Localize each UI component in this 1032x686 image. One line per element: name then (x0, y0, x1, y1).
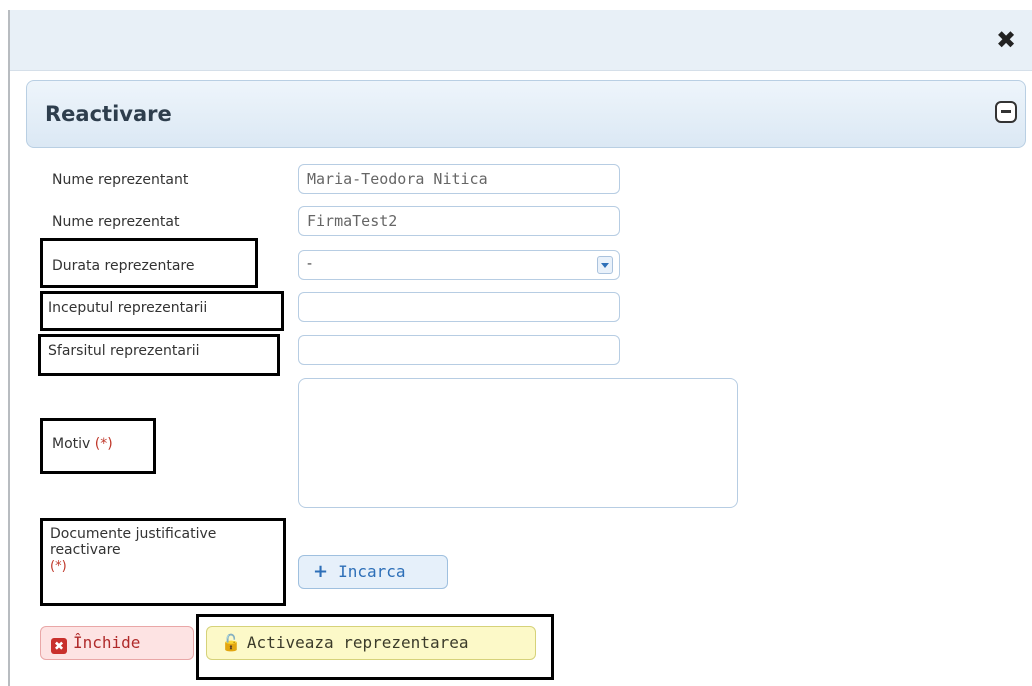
upload-button[interactable]: + Incarca (298, 555, 448, 589)
dialog-header: ✖ (10, 10, 1032, 71)
chevron-down-icon[interactable] (597, 256, 613, 274)
collapse-minus-icon[interactable] (995, 101, 1017, 123)
highlight-box-sfarsit (38, 334, 280, 376)
nume-reprezentant-input[interactable]: Maria-Teodora Nitica (298, 164, 620, 194)
highlight-box-documente (40, 518, 286, 606)
x-square-icon: ✖ (51, 638, 67, 654)
label-nume-reprezentat: Nume reprezentat (52, 214, 180, 230)
durata-selected-value: - (307, 256, 313, 272)
plus-icon: + (313, 561, 329, 582)
highlight-box-inceput (40, 291, 284, 331)
label-nume-reprezentant: Nume reprezentant (52, 172, 189, 188)
highlight-box-motiv (40, 418, 156, 474)
panel-title: Reactivare (45, 102, 172, 126)
highlight-box-activate (196, 614, 554, 680)
close-button[interactable]: ✖ Închide (40, 626, 194, 660)
highlight-box-durata (40, 238, 258, 288)
close-button-label: Închide (73, 633, 141, 652)
inceputul-reprezentarii-input[interactable] (298, 292, 620, 322)
durata-reprezentare-select[interactable]: - (298, 250, 620, 280)
close-icon[interactable]: ✖ (994, 28, 1018, 52)
nume-reprezentat-input[interactable]: FirmaTest2 (298, 206, 620, 236)
sfarsitul-reprezentarii-input[interactable] (298, 335, 620, 365)
upload-button-label: Incarca (338, 562, 406, 581)
motiv-textarea[interactable] (298, 378, 738, 508)
panel-header: Reactivare (26, 80, 1026, 148)
